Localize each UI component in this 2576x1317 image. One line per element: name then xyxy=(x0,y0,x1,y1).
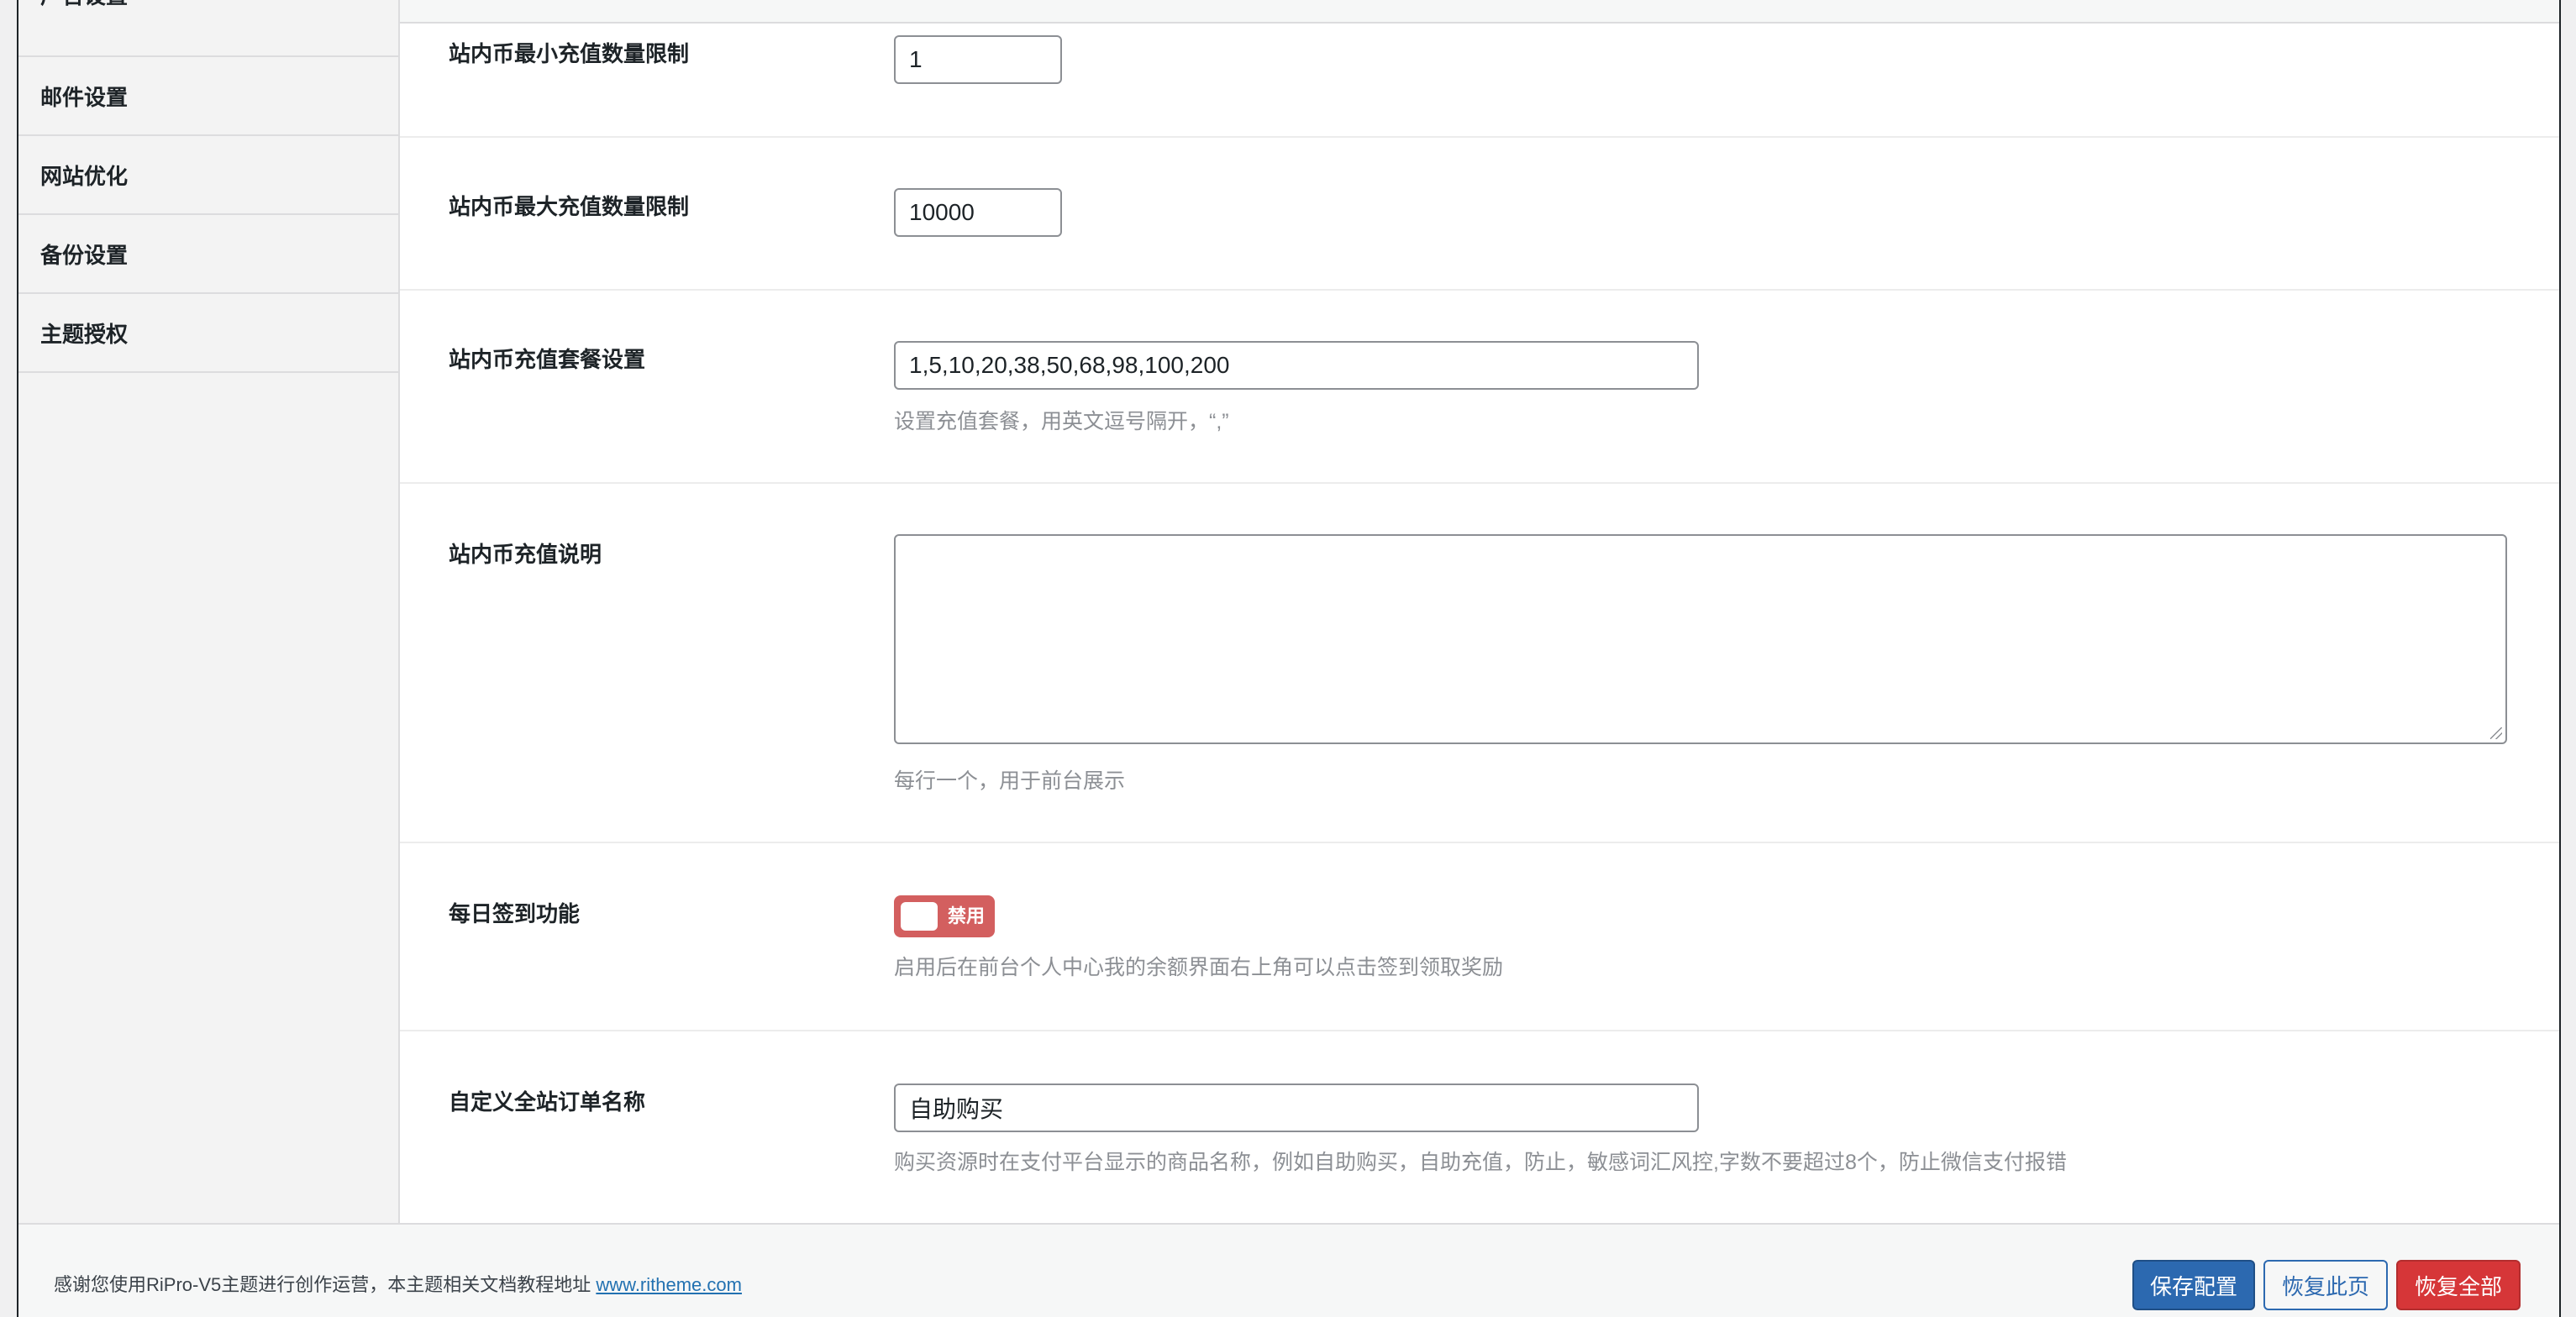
sidebar-item-label: 主题授权 xyxy=(40,321,129,347)
sidebar-item-ads[interactable]: 广告设置 xyxy=(18,0,398,57)
min-recharge-input[interactable]: 1 xyxy=(894,35,1062,84)
field-help: 每行一个，用于前台展示 xyxy=(894,769,1126,793)
field-label: 站内币最小充值数量限制 xyxy=(449,41,690,66)
order-name-input[interactable]: 自助购买 xyxy=(894,1084,1699,1132)
settings-sidebar: 广告设置 邮件设置 网站优化 备份设置 主题授权 xyxy=(18,0,400,1223)
packages-input[interactable]: 1,5,10,20,38,50,68,98,100,200 xyxy=(894,341,1699,390)
sidebar-item-label: 邮件设置 xyxy=(40,84,129,110)
daily-checkin-toggle[interactable]: 禁用 xyxy=(894,895,995,937)
sidebar-item-label: 网站优化 xyxy=(40,163,129,189)
description-textarea[interactable] xyxy=(894,534,2507,744)
row-packages: 站内币充值套餐设置 1,5,10,20,38,50,68,98,100,200 … xyxy=(400,291,2559,484)
field-label: 每日签到功能 xyxy=(449,901,581,926)
save-config-button[interactable]: 保存配置 xyxy=(2132,1260,2255,1310)
sidebar-item-label: 备份设置 xyxy=(40,242,129,268)
toggle-state-label: 禁用 xyxy=(948,905,986,926)
field-help: 购买资源时在支付平台显示的商品名称，例如自助购买，自助充值，防止，敏感词汇风控,… xyxy=(894,1151,2067,1174)
field-label: 自定义全站订单名称 xyxy=(449,1089,646,1115)
settings-window: 广告设置 邮件设置 网站优化 备份设置 主题授权 站内币最小充值数量限制 1 站… xyxy=(17,0,2561,1317)
field-label: 站内币最大充值数量限制 xyxy=(449,194,690,219)
footer-credit-text: 感谢您使用RiPro-V5主题进行创作运营，本主题相关文档教程地址 xyxy=(54,1274,591,1295)
footer-credit: 感谢您使用RiPro-V5主题进行创作运营，本主题相关文档教程地址 www.ri… xyxy=(54,1270,742,1297)
row-daily-checkin: 每日签到功能 禁用 启用后在前台个人中心我的余额界面右上角可以点击签到领取奖励 xyxy=(400,843,2559,1031)
settings-footer: 感谢您使用RiPro-V5主题进行创作运营，本主题相关文档教程地址 www.ri… xyxy=(18,1223,2559,1317)
sidebar-item-email[interactable]: 邮件设置 xyxy=(18,57,398,136)
resize-handle[interactable] xyxy=(2490,727,2502,739)
sidebar-item-label: 广告设置 xyxy=(40,0,128,10)
toggle-knob xyxy=(901,902,938,931)
settings-main: 站内币最小充值数量限制 1 站内币最大充值数量限制 10000 站内币充值套餐设… xyxy=(400,0,2559,1223)
sidebar-item-license[interactable]: 主题授权 xyxy=(18,294,398,373)
row-min-recharge: 站内币最小充值数量限制 1 xyxy=(400,0,2559,138)
field-label: 站内币充值说明 xyxy=(449,542,602,567)
row-order-name: 自定义全站订单名称 自助购买 购买资源时在支付平台显示的商品名称，例如自助购买，… xyxy=(400,1031,2559,1223)
field-help: 设置充值套餐，用英文逗号隔开，“,” xyxy=(894,410,1229,433)
reset-all-button[interactable]: 恢复全部 xyxy=(2396,1260,2521,1310)
field-label: 站内币充值套餐设置 xyxy=(449,347,646,372)
row-description: 站内币充值说明 每行一个，用于前台展示 xyxy=(400,484,2559,843)
field-help: 启用后在前台个人中心我的余额界面右上角可以点击签到领取奖励 xyxy=(894,956,1504,979)
docs-link[interactable]: www.ritheme.com xyxy=(596,1274,742,1295)
sidebar-item-backup[interactable]: 备份设置 xyxy=(18,215,398,294)
sidebar-item-optimization[interactable]: 网站优化 xyxy=(18,136,398,215)
reset-page-button[interactable]: 恢复此页 xyxy=(2263,1260,2388,1310)
row-max-recharge: 站内币最大充值数量限制 10000 xyxy=(400,138,2559,291)
max-recharge-input[interactable]: 10000 xyxy=(894,188,1062,237)
